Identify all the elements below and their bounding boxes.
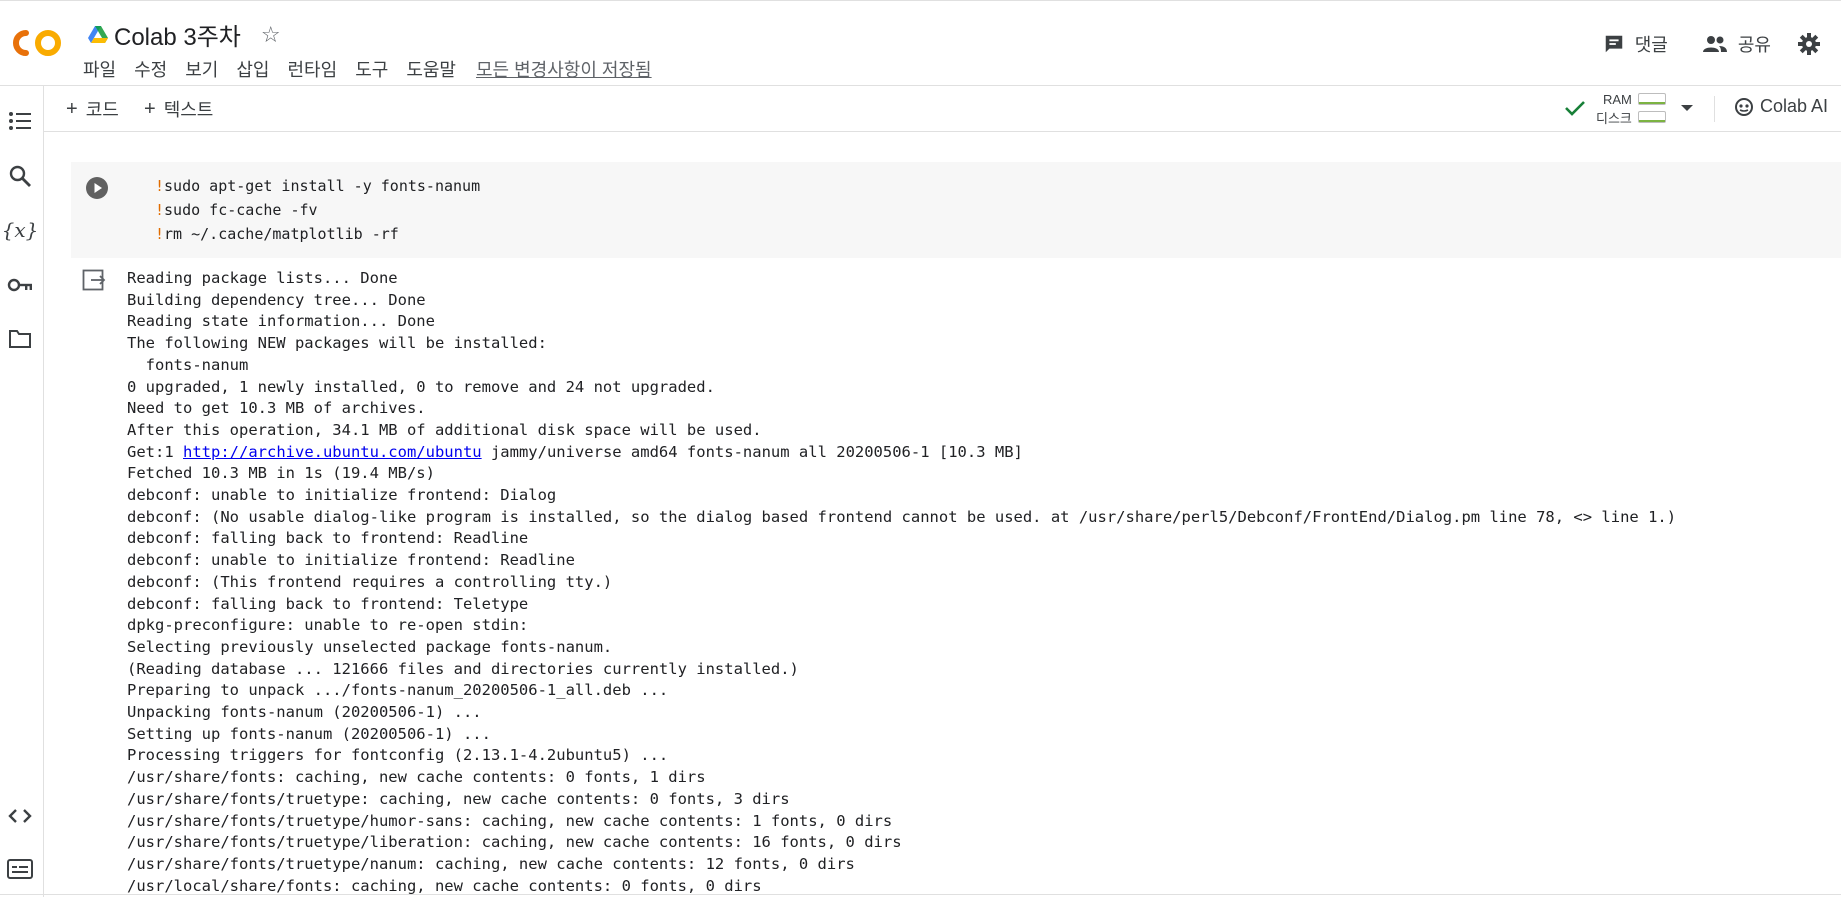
code-line: !sudo fc-cache -fv — [155, 201, 318, 219]
folder-icon[interactable] — [7, 326, 33, 352]
code-snippets-icon[interactable] — [7, 803, 33, 829]
comment-label: 댓글 — [1634, 35, 1668, 55]
people-icon — [1702, 36, 1727, 52]
toolbar-divider — [1714, 96, 1715, 122]
search-icon[interactable] — [7, 163, 33, 189]
output-line: Fetched 10.3 MB in 1s (19.4 MB/s) — [127, 464, 435, 483]
add-text-button[interactable]: + 텍스트 — [144, 96, 213, 122]
output-line: debconf: (This frontend requires a contr… — [127, 572, 613, 591]
output-line: fonts-nanum — [127, 355, 249, 374]
key-icon[interactable] — [7, 272, 33, 298]
output-line: /usr/share/fonts: caching, new cache con… — [127, 768, 706, 787]
notebook-title[interactable]: Colab 3주차 — [114, 17, 241, 52]
output-line: debconf: unable to initialize frontend: … — [127, 551, 575, 570]
output-line: Reading state information... Done — [127, 312, 435, 331]
code-editor[interactable]: !sudo apt-get install -y fonts-nanum !sud… — [155, 174, 480, 246]
disk-bar — [1637, 111, 1666, 123]
cell-output: Reading package lists... Done Building de… — [127, 268, 1676, 897]
get-line: Get:1 http://archive.ubuntu.com/ubuntu j… — [127, 442, 1023, 461]
colab-app: Colab 3주차 ☆ 파일 수정 보기 삽입 런타임 도구 도움말 모든 변경… — [0, 0, 1841, 897]
menu-runtime[interactable]: 런타임 — [288, 56, 338, 82]
output-line: /usr/share/fonts/truetype/liberation: ca… — [127, 833, 902, 852]
output-line: Preparing to unpack .../fonts-nanum_2020… — [127, 681, 669, 700]
code-cell[interactable]: !sudo apt-get install -y fonts-nanum !sud… — [71, 162, 1841, 258]
output-line: debconf: (No usable dialog-like program … — [127, 507, 1677, 526]
output-line: /usr/share/fonts/truetype/nanum: caching… — [127, 854, 855, 873]
output-line: dpkg-preconfigure: unable to re-open std… — [127, 616, 538, 635]
variables-icon[interactable]: {x} — [2, 217, 39, 243]
header-actions: 댓글 공유 — [1603, 31, 1841, 57]
run-cell-icon[interactable] — [85, 176, 109, 200]
toc-icon[interactable] — [7, 108, 33, 134]
colab-ai-label: Colab AI — [1760, 96, 1829, 116]
output-line: Selecting previously unselected package … — [127, 637, 613, 656]
output-line: debconf: unable to initialize frontend: … — [127, 486, 557, 505]
star-icon[interactable]: ☆ — [261, 22, 281, 48]
drive-icon — [88, 25, 108, 43]
title-row: Colab 3주차 ☆ — [88, 17, 281, 52]
left-rail: {x} — [0, 86, 44, 897]
code-line: !rm ~/.cache/matplotlib -rf — [155, 225, 399, 243]
output-line: /usr/share/fonts/truetype/humor-sans: ca… — [127, 811, 893, 830]
output-line: 0 upgraded, 1 newly installed, 0 to remo… — [127, 377, 715, 396]
output-line: Need to get 10.3 MB of archives. — [127, 399, 426, 418]
comment-icon — [1605, 35, 1622, 53]
add-code-button[interactable]: + 코드 — [66, 96, 119, 122]
output-line: debconf: falling back to frontend: Readl… — [127, 529, 529, 548]
comment-button[interactable]: 댓글 — [1603, 31, 1668, 57]
add-text-label: 텍스트 — [163, 100, 214, 120]
output-line: (Reading database ... 121666 files and d… — [127, 659, 799, 678]
code-line: !sudo apt-get install -y fonts-nanum — [155, 177, 481, 195]
colab-ai-icon — [1735, 97, 1753, 116]
share-button[interactable]: 공유 — [1702, 31, 1771, 57]
plus-icon: + — [66, 97, 78, 120]
header: Colab 3주차 ☆ 파일 수정 보기 삽입 런타임 도구 도움말 모든 변경… — [0, 0, 1841, 86]
output-line: After this operation, 34.1 MB of additio… — [127, 420, 762, 439]
menu-tools[interactable]: 도구 — [355, 56, 388, 82]
ram-label: RAM — [1603, 91, 1632, 107]
output-line: Building dependency tree... Done — [127, 290, 426, 309]
bottom-border — [0, 894, 1841, 895]
share-label: 공유 — [1737, 35, 1771, 55]
menu-edit[interactable]: 수정 — [134, 56, 167, 82]
output-line: Reading package lists... Done — [127, 269, 398, 287]
chevron-down-icon[interactable] — [1680, 103, 1694, 113]
output-line: Processing triggers for fontconfig (2.13… — [127, 746, 669, 765]
output-line: /usr/share/fonts/truetype: caching, new … — [127, 789, 790, 808]
colab-ai-button[interactable]: Colab AI — [1734, 96, 1828, 117]
archive-link[interactable]: http://archive.ubuntu.com/ubuntu — [183, 443, 482, 461]
ram-bar — [1637, 93, 1666, 105]
add-code-label: 코드 — [85, 100, 119, 120]
menu-bar: 파일 수정 보기 삽입 런타임 도구 도움말 모든 변경사항이 저장됨 — [83, 56, 652, 82]
saved-status[interactable]: 모든 변경사항이 저장됨 — [476, 56, 652, 82]
disk-label: 디스크 — [1596, 110, 1632, 126]
menu-help[interactable]: 도움말 — [406, 56, 456, 82]
output-options-icon[interactable] — [82, 268, 108, 292]
gear-icon[interactable] — [1797, 32, 1821, 56]
menu-insert[interactable]: 삽입 — [236, 56, 269, 82]
plus-icon: + — [144, 97, 156, 120]
menu-view[interactable]: 보기 — [185, 56, 218, 82]
menu-file[interactable]: 파일 — [83, 56, 116, 82]
resources-indicator[interactable]: RAM 디스크 — [1564, 90, 1694, 126]
output-line: Setting up fonts-nanum (20200506-1) ... — [127, 724, 491, 743]
output-line: debconf: falling back to frontend: Telet… — [127, 594, 529, 613]
notebook-area: !sudo apt-get install -y fonts-nanum !sud… — [44, 132, 1841, 897]
notebook-toolbar: + 코드 + 텍스트 RAM 디스크 Colab AI — [44, 86, 1841, 132]
check-icon — [1565, 101, 1585, 116]
output-line: Unpacking fonts-nanum (20200506-1) ... — [127, 703, 482, 722]
output-line: The following NEW packages will be insta… — [127, 334, 547, 353]
terminal-icon[interactable] — [7, 856, 33, 882]
colab-logo[interactable] — [10, 25, 64, 61]
